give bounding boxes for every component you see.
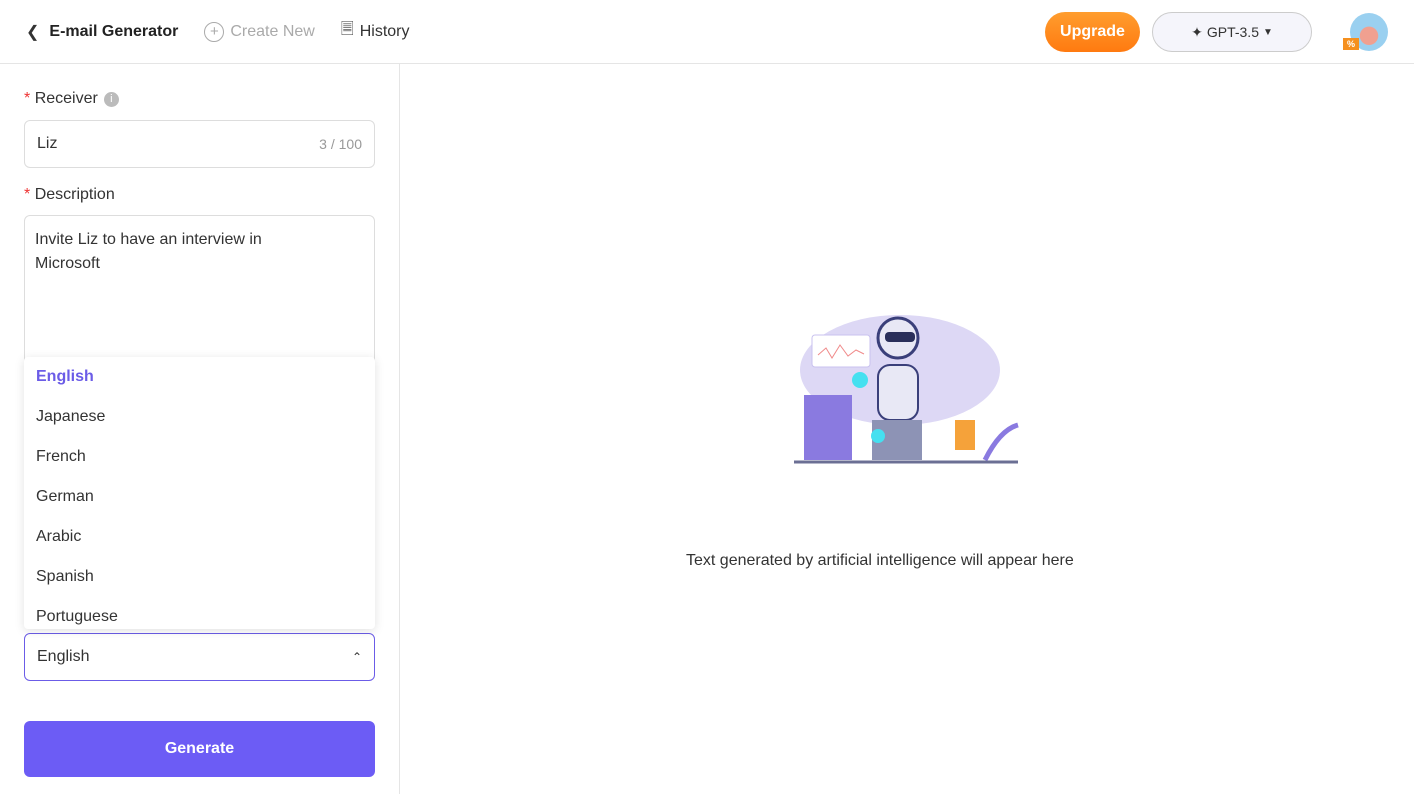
info-icon[interactable]: i xyxy=(103,92,119,107)
generate-button[interactable]: Generate xyxy=(24,721,375,777)
char-count: 3 / 100 xyxy=(319,136,362,152)
create-new-button[interactable]: + Create New xyxy=(204,21,315,42)
form-panel: * Receiver i Liz 3 / 100 * Description Inv… xyxy=(0,64,400,794)
language-option[interactable]: German xyxy=(24,477,375,517)
avatar-badge: % xyxy=(1343,38,1360,50)
language-selected: English xyxy=(37,648,90,665)
upgrade-button[interactable]: Upgrade xyxy=(1045,12,1140,52)
language-option[interactable]: Spanish xyxy=(24,557,375,597)
language-option[interactable]: Portuguese xyxy=(24,597,375,637)
robot-illustration xyxy=(794,315,1019,464)
receiver-label: * Receiver i xyxy=(24,90,119,108)
create-new-label: Create New xyxy=(230,22,315,40)
language-option[interactable]: English xyxy=(24,357,375,397)
description-label: * Description xyxy=(24,186,115,203)
model-selector[interactable]: ✦ GPT-3.5 ▼ xyxy=(1152,12,1312,52)
sparkle-icon: ✦ xyxy=(1191,23,1203,40)
language-select[interactable]: English ⌃ xyxy=(24,633,375,681)
caret-down-icon: ▼ xyxy=(1262,26,1273,38)
chevron-up-icon: ⌃ xyxy=(351,650,362,664)
language-option[interactable]: Arabic xyxy=(24,517,375,557)
history-icon: 🗏 xyxy=(340,21,354,38)
receiver-input[interactable]: Liz 3 / 100 xyxy=(24,120,375,168)
model-label: GPT-3.5 xyxy=(1206,24,1259,40)
page-title: E-mail Generator xyxy=(49,22,179,40)
language-dropdown: English Japanese French German Arabic Sp… xyxy=(24,357,375,629)
language-option[interactable]: French xyxy=(24,437,375,477)
history-button[interactable]: 🗏 History xyxy=(341,18,410,45)
plus-circle-icon: + xyxy=(204,21,225,42)
back-icon[interactable]: ❮ xyxy=(26,22,39,42)
history-label: History xyxy=(359,22,410,40)
empty-state-text: Text generated by artificial intelligenc… xyxy=(686,552,1074,569)
language-option[interactable]: Japanese xyxy=(24,397,375,437)
